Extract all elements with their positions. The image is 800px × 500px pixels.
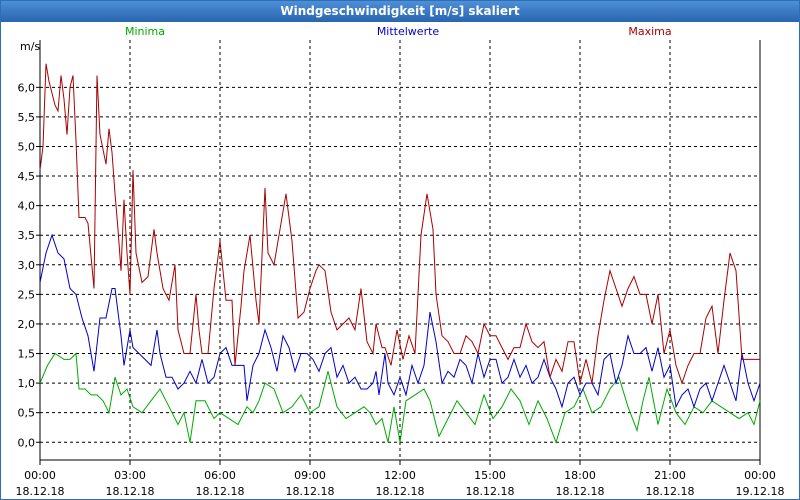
chart-area: 0,00,51,01,52,02,53,03,54,04,55,05,56,0 … bbox=[16, 25, 785, 498]
y-tick-label: 1,0 bbox=[18, 377, 36, 390]
axes bbox=[36, 40, 761, 465]
legend-mittelwerte: Mittelwerte bbox=[377, 25, 440, 38]
legend-minima: Minima bbox=[125, 25, 165, 38]
x-tick-labels: 00:00 18.12.18 03:00 18.12.18 06:00 18.12.18 0… bbox=[16, 469, 785, 498]
y-tick-label: 0,0 bbox=[18, 436, 36, 449]
x-tick-time-label: 03:00 bbox=[114, 469, 146, 482]
y-tick-label: 5,0 bbox=[18, 140, 36, 153]
x-tick-date-label: 18.12.18 bbox=[196, 485, 245, 498]
y-axis-label: m/s bbox=[20, 40, 40, 53]
x-tick-date-label: 18.12.18 bbox=[106, 485, 155, 498]
y-tick-label: 1,5 bbox=[18, 348, 36, 361]
x-tick-time-label: 18:00 bbox=[564, 469, 596, 482]
grid-lines bbox=[40, 40, 761, 460]
y-tick-label: 4,0 bbox=[18, 200, 36, 213]
series-line-mittelwerte bbox=[39, 233, 761, 409]
y-tick-label: 6,0 bbox=[18, 81, 36, 94]
x-tick-time-label: 21:00 bbox=[654, 469, 686, 482]
y-tick-label: 0,5 bbox=[18, 407, 36, 420]
y-tick-label: 3,5 bbox=[18, 229, 36, 242]
x-tick-date-label: 18.12.18 bbox=[556, 485, 605, 498]
legend: Minima Mittelwerte Maxima bbox=[125, 25, 672, 38]
y-tick-label: 2,0 bbox=[18, 318, 36, 331]
x-tick-time-label: 12:00 bbox=[384, 469, 416, 482]
x-tick-time-label: 15:00 bbox=[474, 469, 506, 482]
x-tick-date-label: 18.12.18 bbox=[646, 485, 695, 498]
x-tick-date-label: 18.12.18 bbox=[466, 485, 515, 498]
x-tick-date-label: 19.12.18 bbox=[736, 485, 785, 498]
y-tick-label: 3,0 bbox=[18, 259, 36, 272]
y-tick-label: 5,5 bbox=[18, 111, 36, 124]
x-tick-time-label: 06:00 bbox=[204, 469, 236, 482]
y-tick-label: 2,5 bbox=[18, 288, 36, 301]
x-tick-date-label: 18.12.18 bbox=[16, 485, 65, 498]
x-tick-time-label: 09:00 bbox=[294, 469, 326, 482]
y-tick-labels: 0,0 0,5 1,0 1,5 2,0 2,5 3,0 3,5 4,0 4,5 5,0 5,5 6,0 bbox=[18, 81, 36, 449]
y-tick-label: 4,5 bbox=[18, 170, 36, 183]
x-tick-time-label: 00:00 bbox=[24, 469, 56, 482]
x-tick-time-label: 00:00 bbox=[744, 469, 776, 482]
x-tick-date-label: 18.12.18 bbox=[376, 485, 425, 498]
legend-maxima: Maxima bbox=[628, 25, 671, 38]
x-tick-date-label: 18.12.18 bbox=[286, 485, 335, 498]
